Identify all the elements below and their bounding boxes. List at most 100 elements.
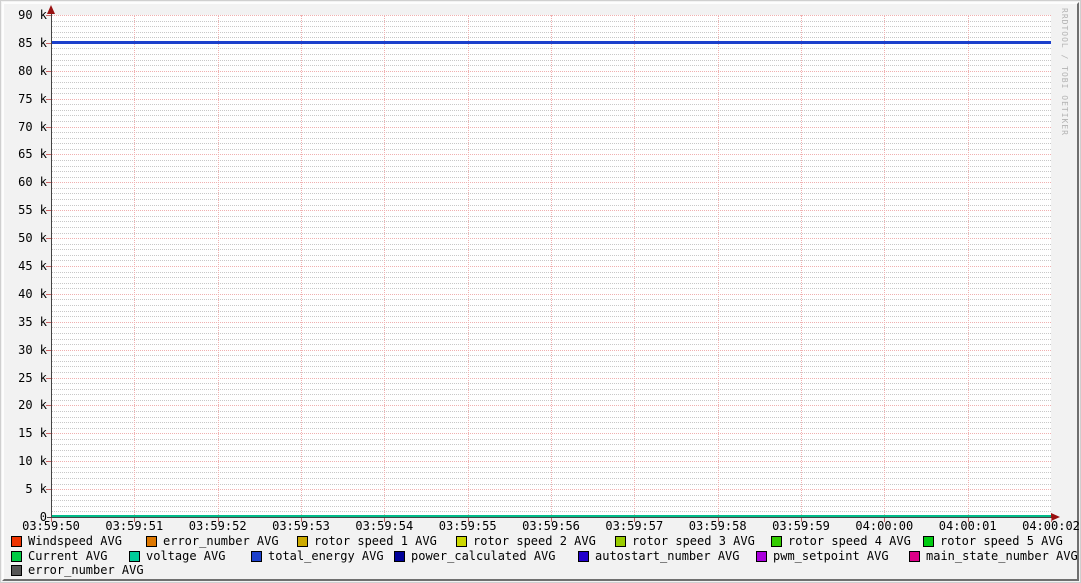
y-axis-line: [51, 9, 52, 517]
legend-item: rotor speed 1 AVG: [297, 535, 437, 548]
y-tick: [46, 293, 51, 295]
y-tick: [46, 489, 51, 491]
legend-item: error_number AVG: [11, 564, 144, 577]
legend-item: autostart_number AVG: [578, 550, 740, 563]
rrdtool-graph-image: RRDTOOL / TOBI OETIKER 05 k 10 k 15 k 20 k2…: [0, 0, 1081, 583]
y-tick-label: 80 k: [18, 63, 47, 78]
legend-color-swatch: [909, 551, 920, 562]
x-tick: [634, 518, 636, 522]
y-tick-label: 10 k: [18, 454, 47, 469]
legend-color-swatch: [11, 551, 22, 562]
legend-item: rotor speed 5 AVG: [923, 535, 1063, 548]
legend-color-swatch: [394, 551, 405, 562]
y-tick-label: 65 k: [18, 147, 47, 162]
y-tick-label: 60 k: [18, 175, 47, 190]
legend-color-swatch: [771, 536, 782, 547]
legend-color-swatch: [297, 536, 308, 547]
y-tick: [46, 238, 51, 240]
legend-label: autostart_number AVG: [595, 549, 740, 563]
y-tick-label: 55 k: [18, 203, 47, 218]
y-tick-label: 50 k: [18, 231, 47, 246]
y-tick-label: 90 k: [18, 8, 47, 22]
y-tick: [46, 210, 51, 212]
legend-item: total_energy AVG: [251, 550, 384, 563]
x-tick: [217, 518, 219, 522]
y-tick-label: 75 k: [18, 91, 47, 106]
x-tick: [301, 518, 302, 522]
legend-item: pwm_setpoint AVG: [756, 550, 889, 563]
v-gridline-major: [634, 15, 636, 517]
v-gridline-major: [884, 15, 886, 517]
x-tick: [467, 518, 469, 522]
legend-color-swatch: [146, 536, 157, 547]
y-tick-label: 40 k: [18, 286, 47, 301]
legend-label: pwm_setpoint AVG: [773, 549, 889, 563]
v-gridline-major: [551, 15, 552, 517]
y-tick: [46, 98, 51, 100]
v-gridline-major: [301, 15, 302, 517]
legend-label: rotor speed 1 AVG: [314, 534, 437, 548]
legend-item: Windspeed AVG: [11, 535, 122, 548]
y-tick: [46, 266, 51, 267]
v-gridline-major: [134, 15, 136, 517]
v-gridline-major: [967, 15, 969, 517]
y-tick-label: 45 k: [18, 259, 47, 273]
y-tick: [46, 461, 51, 463]
y-tick-label: 15 k: [18, 426, 47, 441]
x-tick: [551, 518, 552, 522]
y-tick: [46, 377, 51, 379]
legend-item: Current AVG: [11, 550, 107, 563]
x-tick: [801, 518, 802, 522]
y-tick: [46, 433, 51, 435]
x-tick: [1051, 518, 1052, 522]
legend-color-swatch: [129, 551, 140, 562]
y-tick: [46, 126, 51, 128]
x-tick: [134, 518, 136, 522]
legend-color-swatch: [615, 536, 626, 547]
legend-color-swatch: [578, 551, 589, 562]
legend-color-swatch: [756, 551, 767, 562]
v-gridline-major: [717, 15, 719, 517]
legend-label: Current AVG: [28, 549, 108, 563]
y-axis-arrow-icon: [47, 5, 55, 14]
y-tick: [46, 42, 51, 44]
x-tick: [967, 518, 969, 522]
legend-label: error_number AVG: [163, 534, 279, 548]
watermark: RRDTOOL / TOBI OETIKER: [1060, 8, 1069, 136]
y-tick-label: 70 k: [18, 119, 47, 134]
legend-label: total_energy AVG: [268, 549, 384, 563]
legend-color-swatch: [456, 536, 467, 547]
legend-item: error_number AVG: [146, 535, 279, 548]
legend-label: main_state_number AVG: [926, 549, 1078, 563]
legend-label: rotor speed 2 AVG: [473, 534, 596, 548]
y-tick: [46, 349, 51, 351]
legend-label: voltage AVG: [146, 549, 226, 563]
legend-color-swatch: [11, 536, 22, 547]
legend-label: rotor speed 3 AVG: [632, 534, 755, 548]
legend-label: rotor speed 5 AVG: [940, 534, 1063, 548]
y-tick: [46, 405, 51, 407]
v-gridline-major: [801, 15, 802, 517]
legend-label: power_calculated AVG: [411, 549, 556, 563]
y-tick: [46, 154, 51, 156]
y-tick: [46, 321, 51, 323]
legend-color-swatch: [923, 536, 934, 547]
x-axis-line: [47, 517, 1053, 518]
y-tick-label: 85 k: [18, 35, 47, 50]
legend-item: rotor speed 3 AVG: [615, 535, 755, 548]
legend-color-swatch: [11, 565, 22, 576]
y-tick: [46, 70, 51, 72]
v-gridline-major: [467, 15, 469, 517]
legend-color-swatch: [251, 551, 262, 562]
x-tick: [384, 518, 386, 522]
y-tick-label: 30 k: [18, 342, 47, 357]
legend-item: rotor speed 2 AVG: [456, 535, 596, 548]
series-line-0: [51, 41, 1051, 45]
plot-area: [51, 15, 1051, 517]
y-tick: [46, 15, 51, 16]
x-tick: [51, 518, 52, 522]
legend-item: main_state_number AVG: [909, 550, 1078, 563]
legend-item: rotor speed 4 AVG: [771, 535, 911, 548]
legend-label: rotor speed 4 AVG: [788, 534, 911, 548]
x-tick: [717, 518, 719, 522]
